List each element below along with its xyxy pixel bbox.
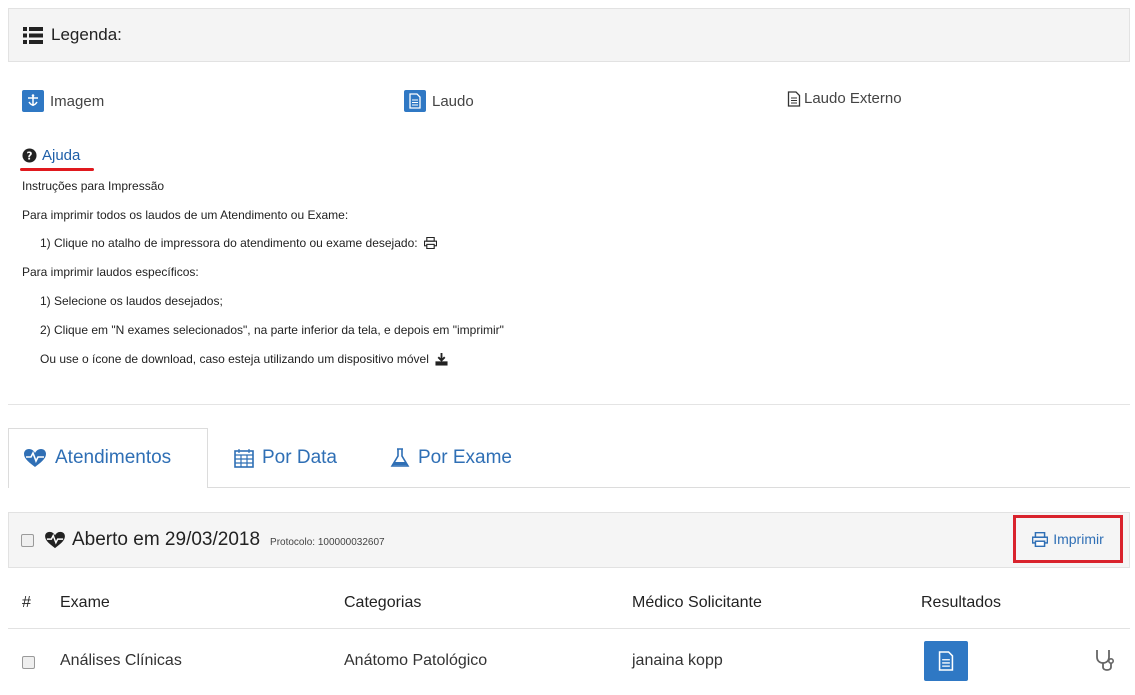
tab-por-data[interactable]: Por Data	[220, 428, 351, 488]
instructions-all-step-text: 1) Clique no atalho de impressora do ate…	[40, 236, 418, 250]
tab-atendimentos[interactable]: Atendimentos	[8, 428, 208, 488]
legend-title: Legenda:	[51, 25, 122, 44]
legend-item-label: Laudo Externo	[804, 90, 902, 107]
image-icon	[22, 90, 44, 112]
legend-item-label: Imagem	[50, 92, 105, 110]
tab-label: Atendimentos	[55, 447, 172, 468]
list-icon	[23, 26, 43, 44]
column-header-exam: Exame	[60, 594, 110, 611]
print-label: Imprimir	[1053, 531, 1104, 547]
result-report-button[interactable]	[924, 641, 968, 681]
legend-item-label: Laudo	[432, 92, 474, 110]
printer-icon	[423, 237, 437, 249]
document-icon	[938, 651, 954, 671]
column-header-number: #	[22, 594, 31, 611]
instructions-title: Instruções para Impressão	[22, 179, 165, 193]
visit-protocol: Protocolo: 100000032607	[270, 537, 385, 548]
visit-title: Aberto em 29/03/2018	[72, 529, 261, 550]
tab-label: Por Exame	[418, 447, 512, 468]
section-divider	[8, 404, 1130, 405]
table-header-divider	[8, 628, 1130, 629]
heartbeat-icon	[45, 531, 65, 549]
stethoscope-icon[interactable]	[1094, 648, 1116, 672]
legend-item-report: Laudo	[404, 90, 474, 112]
tab-label: Por Data	[262, 447, 337, 468]
instructions-mobile-note-text: Ou use o ícone de download, caso esteja …	[40, 352, 429, 366]
visit-checkbox[interactable]	[21, 533, 34, 547]
flask-icon	[390, 448, 410, 467]
download-icon	[435, 352, 448, 366]
help-link[interactable]: ? Ajuda	[22, 147, 80, 164]
heartbeat-icon	[24, 449, 46, 467]
column-header-results: Resultados	[921, 594, 1002, 611]
instructions-all-heading: Para imprimir todos os laudos de um Aten…	[22, 208, 349, 222]
row-doctor: janaina kopp	[632, 652, 723, 669]
question-circle-icon: ?	[22, 148, 37, 163]
document-icon	[404, 90, 426, 112]
instructions-mobile-note: Ou use o ícone de download, caso esteja …	[40, 352, 448, 366]
column-header-doctor: Médico Solicitante	[632, 594, 762, 611]
row-checkbox[interactable]	[22, 656, 35, 669]
active-tab-gap	[9, 487, 207, 488]
help-label: Ajuda	[42, 147, 81, 164]
printer-icon	[1032, 531, 1049, 547]
visit-header: Aberto em 29/03/2018 Protocolo: 10000003…	[8, 512, 1130, 568]
legend-header: Legenda:	[8, 8, 1130, 62]
svg-text:?: ?	[27, 150, 33, 162]
instructions-specific-step2: 2) Clique em "N exames selecionados", na…	[40, 323, 504, 337]
tab-por-exame[interactable]: Por Exame	[376, 428, 526, 488]
instructions-specific-heading: Para imprimir laudos específicos:	[22, 265, 199, 279]
legend-items: Imagem Laudo Laudo Externo	[22, 90, 1122, 120]
help-underline	[20, 168, 94, 171]
legend-item-external-report: Laudo Externo	[787, 90, 902, 107]
print-button[interactable]: Imprimir	[1013, 515, 1123, 563]
column-header-category: Categorias	[344, 594, 422, 611]
calendar-icon	[234, 449, 254, 468]
external-document-icon	[787, 90, 801, 107]
instructions-specific-step1: 1) Selecione os laudos desejados;	[40, 294, 223, 308]
row-category: Anátomo Patológico	[344, 652, 488, 669]
legend-item-image: Imagem	[22, 90, 104, 112]
tabs: Atendimentos Por Data Por Exame	[8, 428, 1130, 488]
row-exam: Análises Clínicas	[60, 652, 182, 669]
instructions-all-step: 1) Clique no atalho de impressora do ate…	[40, 236, 437, 250]
